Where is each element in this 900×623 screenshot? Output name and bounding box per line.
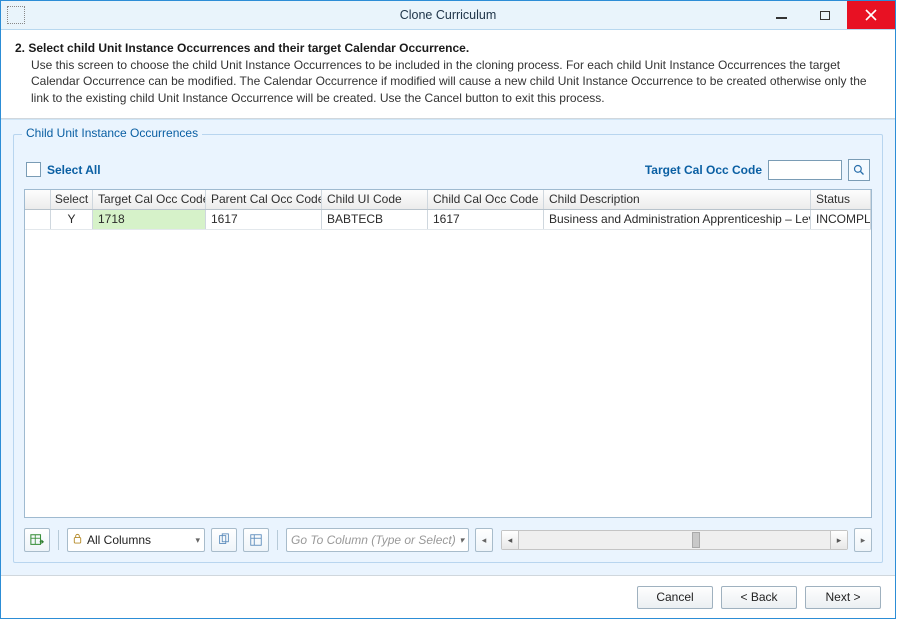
cancel-button[interactable]: Cancel [637, 586, 713, 609]
table-row[interactable]: Y 1718 1617 BABTECB 1617 Business and Ad… [25, 210, 871, 230]
clone-curriculum-window: Clone Curriculum 2. Select child Unit In… [0, 0, 896, 619]
col-select[interactable]: Select [51, 190, 93, 209]
window-controls [759, 1, 895, 29]
titlebar: Clone Curriculum [1, 1, 895, 30]
select-all-label: Select All [47, 163, 101, 177]
next-button[interactable]: Next > [805, 586, 881, 609]
cell-status: INCOMPL [811, 210, 871, 229]
target-cal-occ-input[interactable] [768, 160, 842, 180]
maximize-button[interactable] [803, 1, 847, 29]
col-child-cal-occ[interactable]: Child Cal Occ Code [428, 190, 544, 209]
column-filter-label: All Columns [87, 533, 151, 547]
horizontal-scrollbar[interactable]: ◂ ▸ [501, 530, 848, 550]
next-column-button[interactable]: ▸ [854, 528, 872, 552]
cell-target-cal-occ[interactable]: 1718 [93, 210, 206, 229]
grid-header: Select Target Cal Occ Code Parent Cal Oc… [25, 190, 871, 210]
group-title: Child Unit Instance Occurrences [22, 126, 202, 140]
target-cal-occ-label: Target Cal Occ Code [645, 163, 762, 177]
triangle-right-icon: ▸ [861, 535, 866, 546]
target-cal-occ-search: Target Cal Occ Code [645, 159, 870, 181]
row-gutter [25, 210, 51, 229]
occurrences-grid: Select Target Cal Occ Code Parent Cal Oc… [24, 189, 872, 518]
toolbar-separator [277, 530, 278, 550]
prev-column-button[interactable]: ◂ [475, 528, 493, 552]
col-target-cal-occ[interactable]: Target Cal Occ Code [93, 190, 206, 209]
instructions-panel: 2. Select child Unit Instance Occurrence… [1, 30, 895, 119]
step-heading: 2. Select child Unit Instance Occurrence… [15, 40, 881, 56]
grid-settings-button[interactable] [243, 528, 269, 552]
close-button[interactable] [847, 1, 895, 29]
target-cal-occ-lookup-button[interactable] [848, 159, 870, 181]
col-status[interactable]: Status [811, 190, 871, 209]
col-parent-cal-occ[interactable]: Parent Cal Occ Code [206, 190, 322, 209]
col-child-description[interactable]: Child Description [544, 190, 811, 209]
col-child-ui-code[interactable]: Child UI Code [322, 190, 428, 209]
cell-parent-cal-occ: 1617 [206, 210, 322, 229]
grid-gutter-header [25, 190, 51, 209]
scroll-left-button[interactable]: ◂ [502, 531, 519, 549]
grid-body: Y 1718 1617 BABTECB 1617 Business and Ad… [25, 210, 871, 517]
window-icon [7, 6, 25, 24]
checkbox-box-icon [26, 162, 41, 177]
step-description: Use this screen to choose the child Unit… [31, 57, 881, 106]
goto-column-placeholder: Go To Column (Type or Select) [291, 533, 456, 547]
table-options-icon [249, 533, 263, 547]
chevron-down-icon: ▾ [195, 535, 200, 546]
content-area: Child Unit Instance Occurrences Select A… [1, 119, 895, 575]
grid-toolbar: All Columns ▾ [24, 524, 872, 552]
table-export-icon [30, 533, 44, 547]
group-top-row: Select All Target Cal Occ Code [26, 159, 870, 181]
cell-select: Y [51, 210, 93, 229]
chevron-down-icon: ▾ [459, 535, 464, 546]
triangle-left-icon: ◂ [482, 535, 487, 546]
wizard-footer: Cancel < Back Next > [1, 575, 895, 618]
back-button[interactable]: < Back [721, 586, 797, 609]
cell-child-description: Business and Administration Apprenticesh… [544, 210, 811, 229]
search-icon [853, 164, 865, 176]
column-filter-combo[interactable]: All Columns ▾ [67, 528, 205, 552]
cell-child-ui-code: BABTECB [322, 210, 428, 229]
scroll-right-button[interactable]: ▸ [830, 531, 847, 549]
child-ui-occurrences-group: Child Unit Instance Occurrences Select A… [13, 134, 883, 563]
lock-icon [72, 533, 83, 547]
select-all-checkbox[interactable]: Select All [26, 162, 101, 177]
copy-grid-button[interactable] [211, 528, 237, 552]
copy-icon [217, 533, 231, 547]
toolbar-separator [58, 530, 59, 550]
cell-child-cal-occ: 1617 [428, 210, 544, 229]
close-icon [865, 9, 877, 21]
export-grid-button[interactable] [24, 528, 50, 552]
scrollbar-thumb[interactable] [692, 532, 700, 548]
goto-column-combo[interactable]: Go To Column (Type or Select) ▾ [286, 528, 469, 552]
minimize-button[interactable] [759, 1, 803, 29]
